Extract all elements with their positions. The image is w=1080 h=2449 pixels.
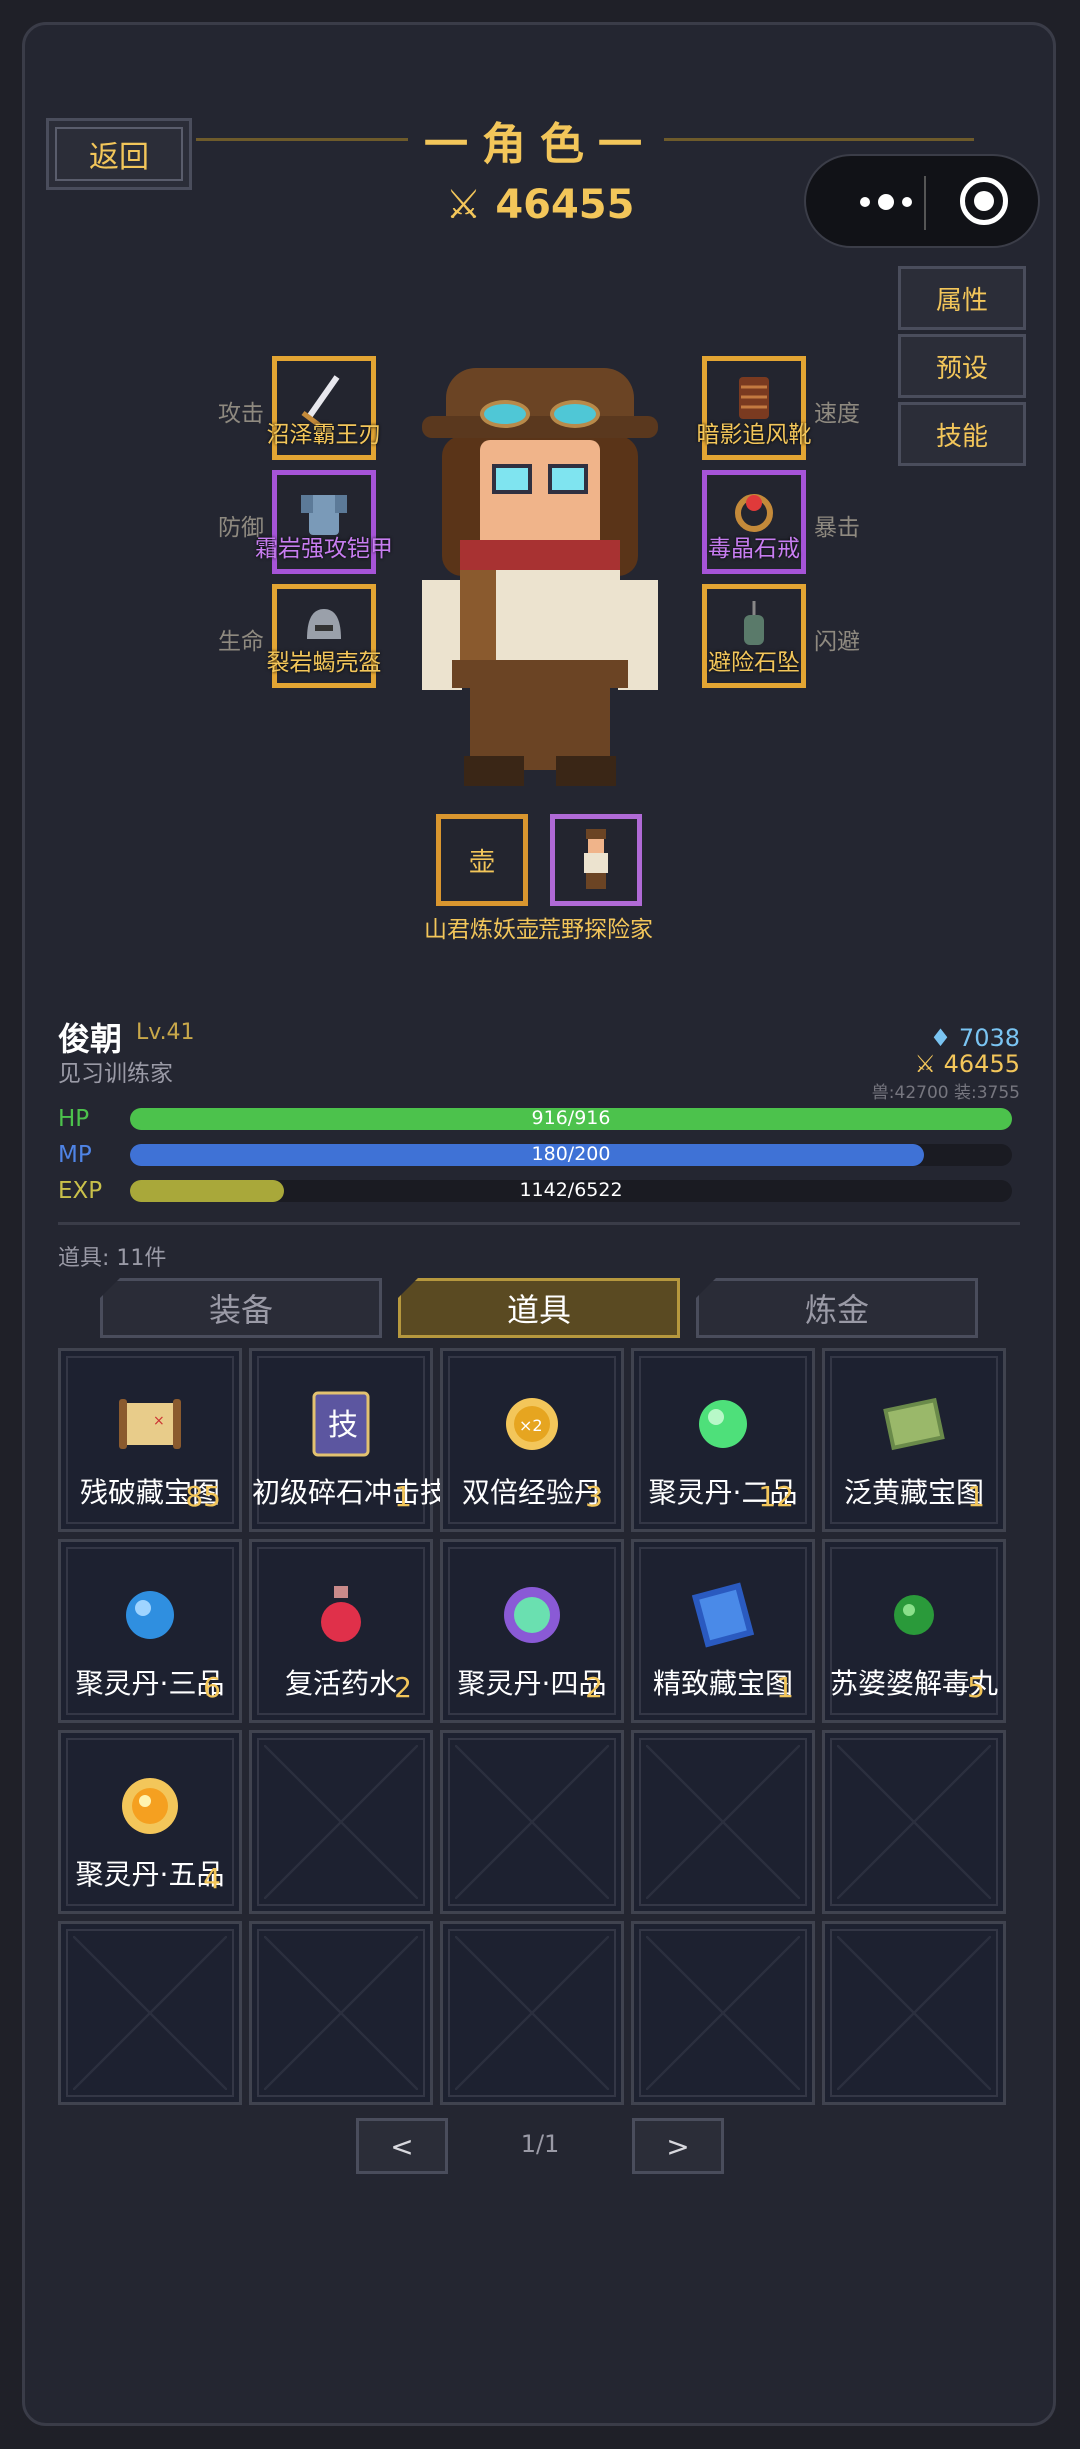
cauldron-slot[interactable]: 壶 — [436, 814, 528, 906]
skills-button[interactable]: 技能 — [898, 402, 1026, 466]
item-quantity: 1 — [776, 1671, 794, 1704]
close-target-icon[interactable] — [960, 177, 1008, 225]
inventory-item[interactable]: 复活药水 2 — [249, 1539, 433, 1723]
item-quantity: 2 — [394, 1671, 412, 1704]
empty-slot[interactable] — [58, 1921, 242, 2105]
character-sprite — [400, 360, 680, 790]
skill-book-icon: 技 — [312, 1391, 370, 1457]
empty-slot[interactable] — [440, 1730, 624, 1914]
item-count: 道具: 11件 — [58, 1246, 167, 1271]
outfit-name: 荒野探险家 — [538, 917, 653, 943]
empty-slot[interactable] — [822, 1921, 1006, 2105]
exp-label: EXP — [58, 1178, 103, 1204]
antidote-icon — [894, 1595, 934, 1635]
empty-slot[interactable] — [631, 1921, 815, 2105]
item-quantity: 1 — [967, 1480, 985, 1513]
section-divider — [58, 1222, 1020, 1225]
svg-text:技: 技 — [328, 1408, 358, 1443]
item-quantity: 5 — [967, 1671, 985, 1704]
next-page-button[interactable]: > — [632, 2118, 724, 2174]
inventory-item[interactable]: ×2 双倍经验丹 3 — [440, 1348, 624, 1532]
purple-orb-icon — [504, 1587, 560, 1643]
green-orb-icon — [699, 1400, 747, 1448]
empty-slot[interactable] — [440, 1921, 624, 2105]
crossed-swords-icon: ⚔ — [914, 1050, 944, 1078]
more-menu-icon[interactable] — [836, 182, 936, 222]
attack-slot[interactable]: 沼泽霸王刃 — [267, 356, 382, 460]
item-quantity: 2 — [585, 1671, 603, 1704]
dodge-slot[interactable]: 避险石坠 — [702, 584, 806, 688]
inventory-item[interactable]: 精致藏宝图 1 — [631, 1539, 815, 1723]
attributes-button[interactable]: 属性 — [898, 266, 1026, 330]
power-breakdown: 兽:42700 装:3755 — [871, 1083, 1020, 1103]
prev-page-button[interactable]: < — [356, 2118, 448, 2174]
defense-slot[interactable]: 霜岩强攻铠甲 — [255, 470, 393, 574]
empty-slot[interactable] — [631, 1730, 815, 1914]
cauldron-name: 山君炼妖壶 — [424, 917, 539, 943]
empty-slot[interactable] — [249, 1921, 433, 2105]
life-slot[interactable]: 裂岩蝎壳盔 — [267, 584, 382, 688]
scroll-map-icon: × — [119, 1399, 181, 1449]
explorer-outfit-icon — [584, 829, 608, 889]
item-quantity: 3 — [585, 1480, 603, 1513]
svg-text:×: × — [153, 1413, 165, 1429]
gem-count: ♦ 7038 — [929, 1024, 1020, 1052]
crit-slot[interactable]: 毒晶石戒 — [702, 470, 806, 574]
item-quantity: 1 — [394, 1480, 412, 1513]
tab-items[interactable]: 道具 — [398, 1278, 680, 1338]
tab-alchemy[interactable]: 炼金 — [696, 1278, 978, 1338]
svg-text:×2: ×2 — [519, 1416, 543, 1435]
item-quantity: 4 — [203, 1862, 221, 1895]
yellow-map-icon — [883, 1397, 945, 1451]
presets-button[interactable]: 预设 — [898, 334, 1026, 398]
empty-slot[interactable] — [822, 1730, 1006, 1914]
dodge-label: 闪避 — [814, 629, 860, 655]
gold-orb-icon — [122, 1778, 178, 1834]
empty-slot[interactable] — [249, 1730, 433, 1914]
tab-equipment[interactable]: 装备 — [100, 1278, 382, 1338]
inventory-item[interactable]: 聚灵丹·二品 12 — [631, 1348, 815, 1532]
hp-bar: 916/916 — [130, 1107, 1012, 1130]
mp-bar: 180/200 — [130, 1143, 1012, 1166]
inventory-item[interactable]: 聚灵丹·五品 4 — [58, 1730, 242, 1914]
mp-label: MP — [58, 1142, 92, 1168]
diamond-icon: ♦ — [929, 1024, 959, 1052]
page-indicator: 1/1 — [520, 2130, 560, 2158]
blue-orb-icon — [126, 1591, 174, 1639]
potion-icon — [321, 1586, 361, 1642]
crossed-swords-icon: ⚔ — [445, 182, 496, 228]
total-power: ⚔ 46455 — [914, 1050, 1020, 1078]
player-level: Lv.41 — [136, 1020, 195, 1045]
inventory-item[interactable]: 技初级碎石冲击技 1 — [249, 1348, 448, 1532]
cauldron-glyph: 壶 — [468, 847, 495, 878]
inventory-item[interactable]: × 残破藏宝图 85 — [58, 1348, 242, 1532]
speed-label: 速度 — [814, 401, 860, 427]
hp-label: HP — [58, 1106, 90, 1132]
player-title: 见习训练家 — [58, 1061, 173, 1087]
outfit-slot[interactable] — [550, 814, 642, 906]
speed-slot[interactable]: 暗影追风靴 — [697, 356, 812, 460]
double-exp-icon: ×2 — [506, 1398, 558, 1450]
inventory-item[interactable]: 泛黄藏宝图 1 — [822, 1348, 1006, 1532]
item-quantity: 12 — [758, 1480, 794, 1513]
mini-program-capsule — [804, 154, 1040, 248]
item-quantity: 85 — [185, 1480, 221, 1513]
item-quantity: 6 — [203, 1671, 221, 1704]
crit-label: 暴击 — [814, 515, 860, 541]
blue-map-icon — [691, 1582, 755, 1648]
inventory-item[interactable]: 聚灵丹·四品 2 — [440, 1539, 624, 1723]
exp-bar: 1142/6522 — [130, 1179, 1012, 1202]
inventory-item[interactable]: 苏婆婆解毒丸 5 — [822, 1539, 1006, 1723]
inventory-item[interactable]: 聚灵丹·三品 6 — [58, 1539, 242, 1723]
